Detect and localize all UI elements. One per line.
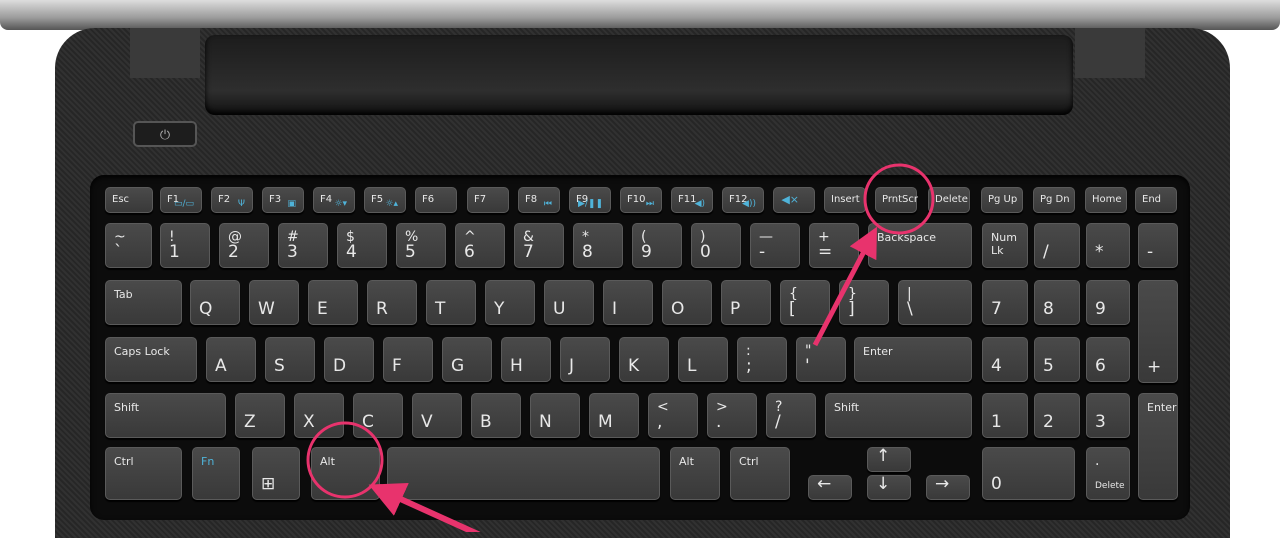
arrow-to-alt	[368, 483, 481, 532]
highlight-circle-prntscr	[863, 163, 935, 235]
annotations	[306, 163, 935, 532]
highlight-circle-alt	[306, 421, 384, 499]
arrow-to-prntscr	[812, 226, 877, 347]
